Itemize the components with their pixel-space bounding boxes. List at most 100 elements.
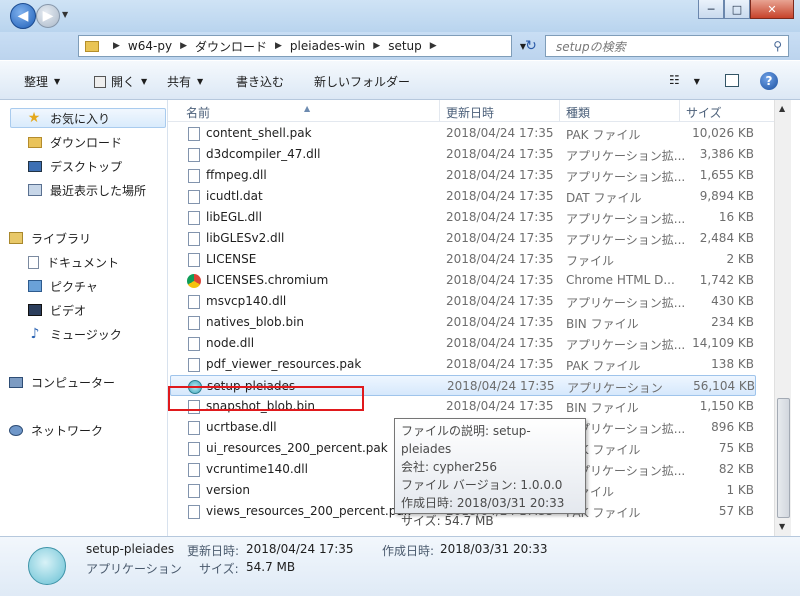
column-divider[interactable] — [439, 100, 440, 122]
file-name: views_resources_200_percent.pak — [206, 504, 411, 518]
file-size: 1 KB — [726, 483, 754, 497]
documents-icon — [28, 255, 39, 269]
help-icon[interactable]: ? — [760, 72, 778, 90]
file-row[interactable]: ffmpeg.dll 2018/04/24 17:35 アプリケーション拡... 1,… — [168, 165, 774, 186]
file-row[interactable]: content_shell.pak 2018/04/24 17:35 PAK ファイ… — [168, 123, 774, 144]
file-row[interactable]: natives_blob.bin 2018/04/24 17:35 BIN ファイル… — [168, 312, 774, 333]
search-icon: ⚲ — [773, 39, 782, 53]
sort-ascending-icon: ▲ — [304, 104, 311, 113]
nav-pictures-label: ピクチャ — [50, 279, 98, 294]
file-row[interactable]: icudtl.dat 2018/04/24 17:35 DAT ファイル 9,894 … — [168, 186, 774, 207]
file-size: 2,484 KB — [699, 231, 754, 245]
file-type: アプリケーション拡... — [566, 338, 686, 352]
organize-button[interactable]: 整理 ▼ — [24, 73, 60, 90]
file-icon — [188, 190, 200, 204]
address-field[interactable]: ▶ w64-py ▶ ダウンロード ▶ pleiades-win ▶ setup… — [78, 35, 512, 57]
file-date: 2018/04/24 17:35 — [446, 210, 554, 224]
nav-libraries[interactable]: ライブラリ — [9, 228, 91, 248]
tooltip-description: ファイルの説明: setup-pleiades — [401, 424, 531, 456]
chevron-right-icon[interactable]: ▶ — [275, 41, 282, 51]
file-icon — [188, 358, 200, 372]
file-size: 234 KB — [711, 315, 754, 329]
window-controls: ─ □ ✕ — [698, 0, 794, 20]
scrollbar-thumb[interactable] — [777, 398, 790, 518]
nav-libraries-label: ライブラリ — [31, 231, 92, 246]
new-folder-label: 新しいフォルダー — [314, 75, 411, 89]
title-bar: ─ □ ✕ — [0, 0, 800, 32]
column-type[interactable]: 種類 — [566, 104, 590, 121]
nav-music[interactable]: ♪ ミュージック — [28, 324, 122, 344]
preview-pane-button[interactable] — [725, 74, 739, 87]
dll-file-icon — [188, 463, 200, 477]
details-created-label: 作成日時: — [382, 544, 435, 558]
file-date: 2018/04/24 17:35 — [446, 273, 554, 287]
file-size: 1,742 KB — [699, 273, 754, 287]
nav-downloads[interactable]: ダウンロード — [28, 132, 122, 152]
breadcrumb-downloads[interactable]: ダウンロード — [195, 38, 267, 55]
nav-desktop[interactable]: デスクトップ — [28, 156, 122, 176]
nav-documents[interactable]: ドキュメント — [28, 252, 119, 272]
nav-favorites[interactable]: ★ お気に入り — [10, 108, 166, 128]
library-icon — [9, 232, 23, 244]
nav-recent[interactable]: 最近表示した場所 — [28, 180, 146, 200]
file-row[interactable]: LICENSE 2018/04/24 17:35 ファイル 2 KB — [168, 249, 774, 270]
back-button[interactable]: ◀ — [10, 3, 36, 29]
breadcrumb-setup[interactable]: setup — [388, 39, 422, 53]
file-row[interactable]: msvcp140.dll 2018/04/24 17:35 アプリケーション拡...… — [168, 291, 774, 312]
file-type: ファイル — [566, 254, 615, 268]
file-icon — [188, 505, 200, 519]
downloads-folder-icon — [28, 136, 42, 148]
open-button[interactable]: 開く ▼ — [94, 73, 147, 90]
forward-button[interactable]: ▶ — [36, 4, 60, 28]
close-button[interactable]: ✕ — [750, 0, 794, 19]
nav-computer[interactable]: コンピューター — [9, 372, 115, 392]
file-date: 2018/04/24 17:35 — [446, 357, 554, 371]
organize-label: 整理 — [24, 75, 49, 89]
star-icon: ★ — [27, 110, 41, 126]
nav-documents-label: ドキュメント — [47, 255, 120, 270]
column-size[interactable]: サイズ — [686, 104, 722, 121]
nav-videos[interactable]: ビデオ — [28, 300, 86, 320]
file-row[interactable]: node.dll 2018/04/24 17:35 アプリケーション拡... 14,1… — [168, 333, 774, 354]
file-row[interactable]: libEGL.dll 2018/04/24 17:35 アプリケーション拡... 16… — [168, 207, 774, 228]
file-name: ui_resources_200_percent.pak — [206, 441, 388, 455]
breadcrumb-pleiades-win[interactable]: pleiades-win — [290, 39, 365, 53]
column-date[interactable]: 更新日時 — [446, 104, 494, 121]
nav-network[interactable]: ネットワーク — [9, 420, 103, 440]
scroll-down-icon[interactable]: ▼ — [779, 522, 785, 531]
file-name: libGLESv2.dll — [206, 231, 285, 245]
column-divider[interactable] — [679, 100, 680, 122]
column-divider[interactable] — [559, 100, 560, 122]
scroll-up-icon[interactable]: ▲ — [779, 104, 785, 113]
file-row[interactable]: d3dcompiler_47.dll 2018/04/24 17:35 アプリケーシ… — [168, 144, 774, 165]
file-row[interactable]: LICENSES.chromium 2018/04/24 17:35 Chrome … — [168, 270, 774, 291]
chevron-right-icon[interactable]: ▶ — [430, 41, 437, 51]
refresh-icon[interactable]: ↻ — [520, 35, 542, 57]
vertical-scrollbar[interactable]: ▲ ▼ — [774, 100, 791, 536]
file-type: アプリケーション拡... — [566, 233, 686, 247]
chevron-right-icon[interactable]: ▶ — [180, 41, 187, 51]
maximize-button[interactable]: □ — [724, 0, 750, 19]
file-size: 75 KB — [718, 441, 754, 455]
new-folder-button[interactable]: 新しいフォルダー — [314, 73, 410, 90]
view-options-button[interactable]: ☷ ▼ — [669, 73, 700, 87]
file-type: アプリケーション拡... — [566, 170, 686, 184]
nav-computer-label: コンピューター — [31, 375, 116, 390]
burn-button[interactable]: 書き込む — [236, 73, 284, 90]
breadcrumb-w64-py[interactable]: w64-py — [128, 39, 172, 53]
share-button[interactable]: 共有 ▼ — [167, 73, 203, 90]
file-row[interactable]: pdf_viewer_resources.pak 2018/04/24 17:35… — [168, 354, 774, 375]
chevron-right-icon[interactable]: ▶ — [373, 41, 380, 51]
videos-icon — [28, 304, 42, 316]
search-input[interactable]: setupの検索 ⚲ — [545, 35, 789, 57]
burn-label: 書き込む — [236, 75, 285, 89]
minimize-button[interactable]: ─ — [698, 0, 724, 19]
file-date: 2018/04/24 17:35 — [446, 252, 554, 266]
nav-pictures[interactable]: ピクチャ — [28, 276, 98, 296]
column-name[interactable]: 名前 — [186, 104, 210, 121]
file-name: LICENSES.chromium — [206, 273, 329, 287]
recent-pages-dropdown[interactable]: ▼ — [62, 10, 68, 19]
chevron-right-icon[interactable]: ▶ — [113, 41, 120, 51]
file-row[interactable]: libGLESv2.dll 2018/04/24 17:35 アプリケーション拡..… — [168, 228, 774, 249]
file-size: 14,109 KB — [692, 336, 754, 350]
